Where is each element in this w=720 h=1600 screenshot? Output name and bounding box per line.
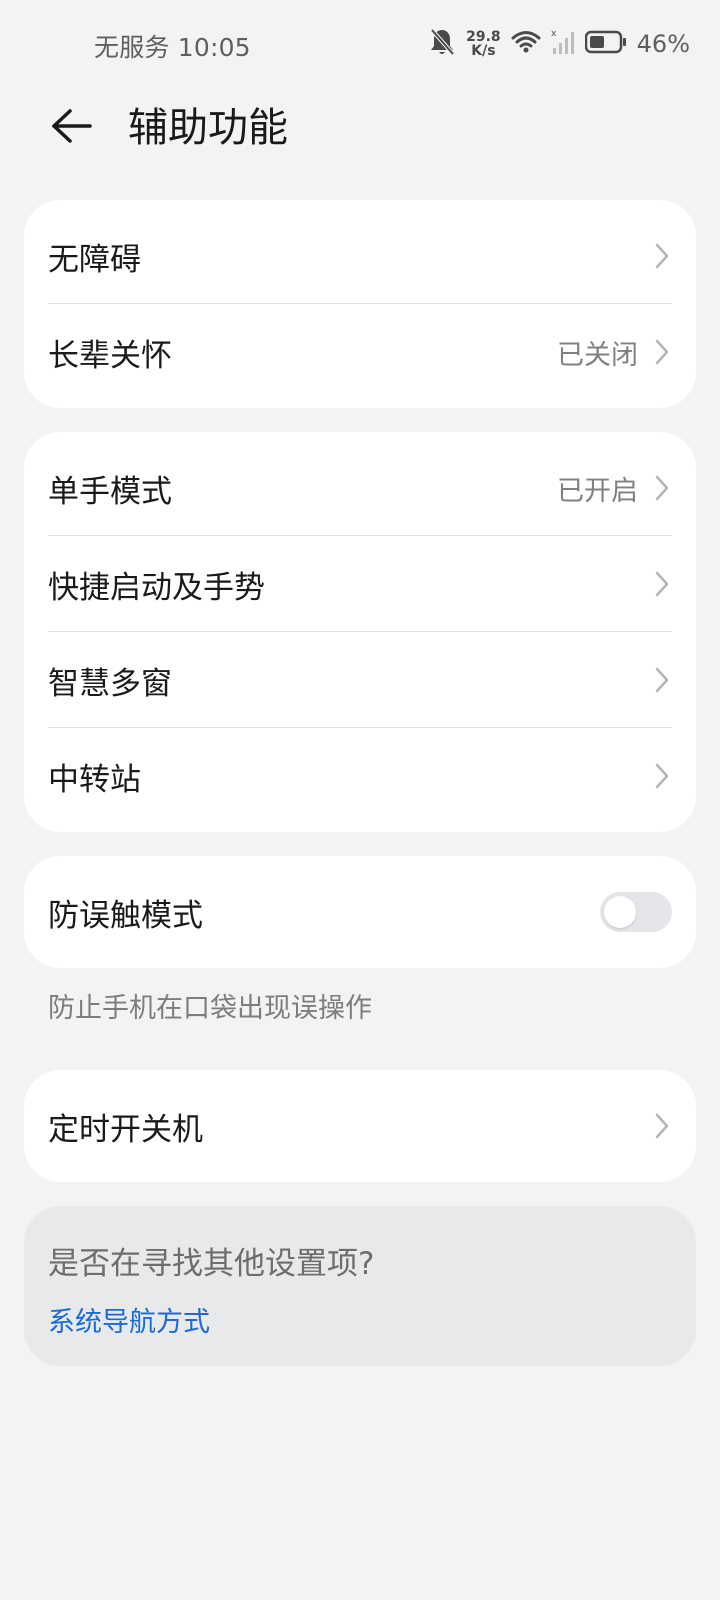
page-title: 辅助功能 xyxy=(128,105,288,151)
pocket-mode-toggle[interactable] xyxy=(600,892,672,932)
row-elder-care[interactable]: 长辈关怀 已关闭 xyxy=(24,304,696,400)
row-label: 快捷启动及手势 xyxy=(48,569,265,606)
net-speed-unit: K/s xyxy=(471,43,496,59)
row-label: 定时开关机 xyxy=(48,1111,203,1148)
row-status-value: 已关闭 xyxy=(557,339,638,371)
carrier-time-text: 无服务 10:05 xyxy=(94,33,251,62)
net-speed-value: 29.8 xyxy=(466,29,501,45)
suggestion-title: 是否在寻找其他设置项? xyxy=(48,1246,375,1282)
row-label: 单手模式 xyxy=(48,473,172,510)
row-shortcuts-gestures[interactable]: 快捷启动及手势 xyxy=(24,536,696,632)
toggle-knob xyxy=(604,896,636,928)
row-accessibility[interactable]: 无障碍 xyxy=(24,208,696,304)
row-label: 防误触模式 xyxy=(48,897,203,934)
chevron-right-icon xyxy=(655,475,669,501)
row-label: 长辈关怀 xyxy=(48,337,172,374)
chevron-right-icon xyxy=(655,571,669,597)
back-arrow-icon xyxy=(50,108,94,148)
row-pocket-mode: 防误触模式 xyxy=(24,856,696,968)
card-group-2: 单手模式 已开启 快捷启动及手势 智慧多窗 中转站 xyxy=(24,432,696,832)
header: 辅助功能 xyxy=(0,96,720,160)
chevron-right-icon xyxy=(655,667,669,693)
signal-icon: x xyxy=(551,28,575,60)
status-icons: 29.8 K/s x 46% xyxy=(428,24,690,64)
system-navigation-link[interactable]: 系统导航方式 xyxy=(48,1300,210,1339)
status-bar: 无服务 10:05 29.8 K/s x 46% xyxy=(0,0,720,88)
row-status-value: 已开启 xyxy=(557,475,638,507)
card-group-1: 无障碍 长辈关怀 已关闭 xyxy=(24,200,696,408)
chevron-right-icon xyxy=(655,243,669,269)
row-label: 无障碍 xyxy=(48,241,141,278)
chevron-right-icon xyxy=(655,339,669,365)
suggestion-card: 是否在寻找其他设置项? 系统导航方式 xyxy=(24,1206,696,1366)
card-group-3: 防误触模式 xyxy=(24,856,696,968)
net-speed: 29.8 K/s xyxy=(466,30,501,58)
row-label: 中转站 xyxy=(48,761,141,798)
row-scheduled-power[interactable]: 定时开关机 xyxy=(24,1070,696,1182)
bell-muted-icon xyxy=(428,27,456,61)
battery-percent: 46% xyxy=(636,30,690,58)
back-button[interactable] xyxy=(44,100,100,156)
svg-text:x: x xyxy=(551,29,557,39)
pocket-mode-hint: 防止手机在口袋出现误操作 xyxy=(48,993,372,1024)
chevron-right-icon xyxy=(655,763,669,789)
wifi-icon xyxy=(511,29,541,59)
chevron-right-icon xyxy=(655,1113,669,1139)
row-one-hand-mode[interactable]: 单手模式 已开启 xyxy=(24,440,696,536)
row-label: 智慧多窗 xyxy=(48,665,172,702)
row-transfer-station[interactable]: 中转站 xyxy=(24,728,696,824)
row-multi-window[interactable]: 智慧多窗 xyxy=(24,632,696,728)
card-group-4: 定时开关机 xyxy=(24,1070,696,1182)
battery-icon xyxy=(584,30,627,58)
